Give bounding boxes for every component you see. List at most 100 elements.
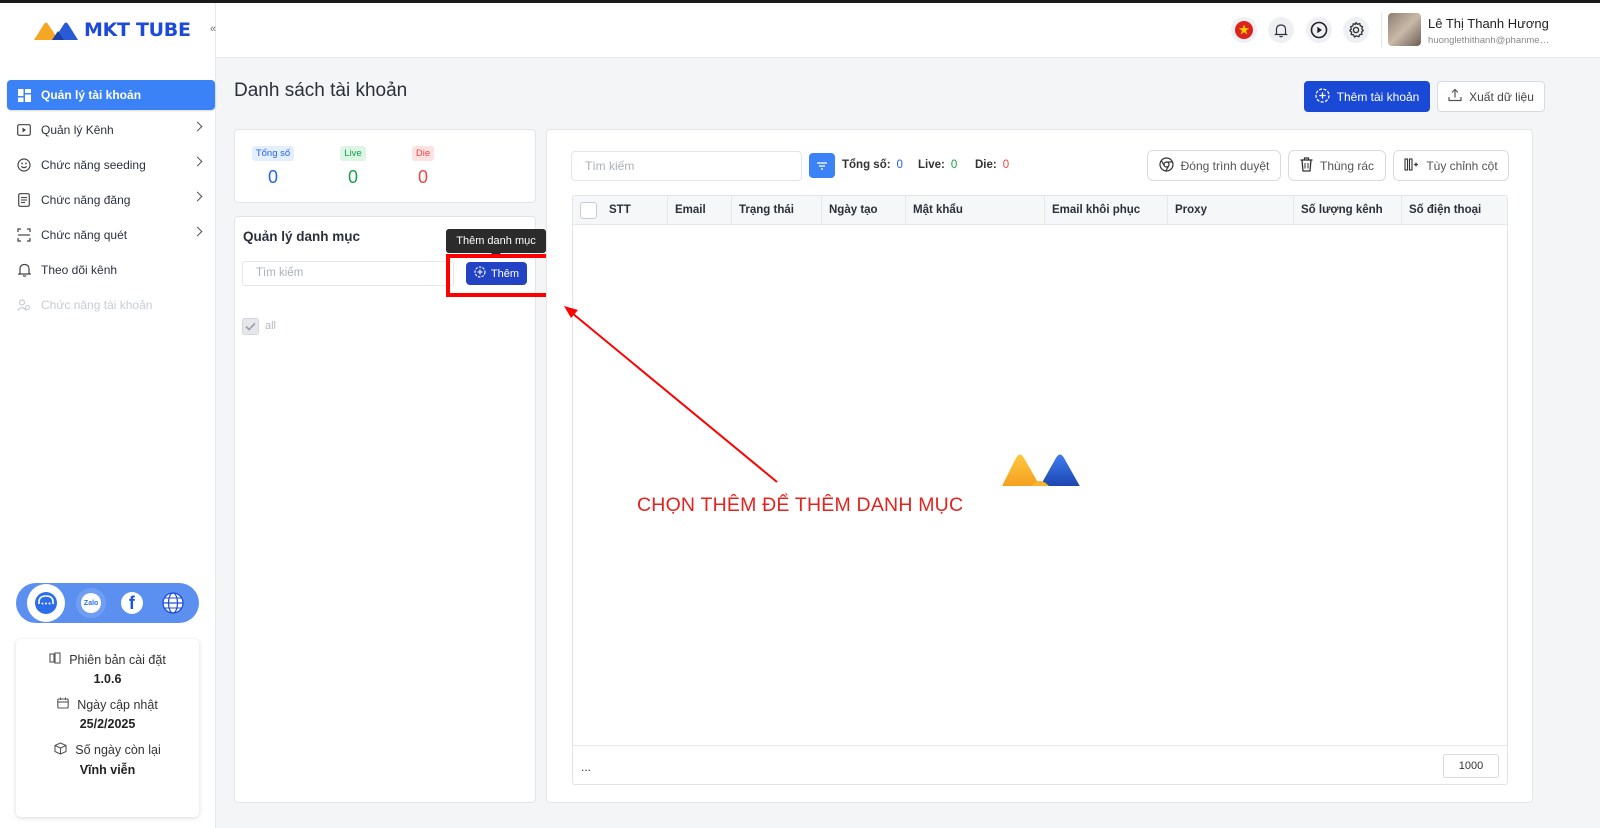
add-account-button[interactable]: Thêm tài khoản (1304, 81, 1430, 112)
version-info: Phiên bản cài đặt 1.0.6 (16, 652, 199, 686)
total-value: 0 (267, 167, 278, 187)
scan-icon (17, 228, 31, 242)
column-header[interactable]: Proxy (1167, 196, 1293, 225)
sidebar-item-label: Theo dõi kênh (41, 263, 118, 277)
sidebar-item-scan[interactable]: Chức năng quét (7, 220, 215, 250)
logo-mark-icon (34, 22, 78, 40)
sidebar-item-posting[interactable]: Chức năng đăng (7, 185, 215, 215)
total-badge: Tổng số (251, 146, 295, 161)
bell-icon (17, 263, 31, 277)
days-left-info: Số ngày còn lại Vĩnh viễn (16, 742, 199, 777)
facebook-icon[interactable]: f (117, 588, 147, 618)
filter-button[interactable] (809, 153, 835, 178)
die-value: 0 (417, 167, 428, 187)
add-category-tooltip: Thêm danh mục (446, 229, 546, 258)
stats-card: Tổng số 0 Live 0 Die 0 (234, 129, 536, 203)
close-browser-label: Đóng trình duyệt (1180, 158, 1270, 173)
app-logo[interactable]: MKT TUBE (32, 15, 191, 45)
sidebar-item-label: Chức năng đăng (41, 193, 131, 207)
columns-icon (1404, 157, 1419, 174)
annotation-text: CHỌN THÊM ĐỂ THÊM DANH MỤC (637, 494, 964, 516)
support-chat-icon[interactable] (27, 584, 66, 622)
sidebar-item-label: Chức năng tài khoản (41, 298, 153, 312)
account-search-input[interactable]: Tìm kiếm (571, 151, 802, 181)
customize-columns-button[interactable]: Tùy chỉnh cột (1393, 150, 1509, 181)
trash-label: Thùng rác (1319, 158, 1375, 173)
settings-gear-icon[interactable] (1343, 17, 1369, 43)
upload-icon (1448, 88, 1462, 105)
globe-icon[interactable] (158, 588, 188, 618)
sidebar-item-seeding[interactable]: Chức năng seeding (7, 150, 215, 180)
play-square-icon (17, 123, 31, 137)
export-data-label: Xuất dữ liệu (1469, 89, 1534, 104)
update-label: Ngày cập nhật (77, 697, 158, 712)
export-data-button[interactable]: Xuất dữ liệu (1437, 81, 1545, 112)
header-divider (1381, 13, 1382, 47)
table-die-count: Die: 0 (975, 159, 1010, 171)
chevron-right-icon (192, 226, 203, 237)
zalo-icon[interactable]: Zalo (76, 588, 107, 618)
user-avatar[interactable] (1388, 13, 1421, 46)
sidebar-nav: Quản lý tài khoản Quản lý Kênh Chức năng… (7, 80, 215, 325)
update-info: Ngày cập nhật 25/2/2025 (16, 697, 199, 731)
user-email: huonglethithanh@phanmemmkt.vn (1428, 35, 1553, 46)
update-value: 25/2/2025 (79, 717, 136, 731)
sidebar-item-label: Chức năng quét (41, 228, 128, 242)
select-all-checkbox[interactable] (580, 202, 597, 219)
table-total-count: Tổng số: 0 (842, 159, 903, 171)
plus-circle-icon (1314, 87, 1330, 106)
category-all-label: all (265, 320, 277, 332)
column-header[interactable]: Ngày tạo (821, 196, 905, 225)
sidebar-item-channel-management[interactable]: Quản lý Kênh (7, 115, 215, 145)
category-search-input[interactable]: Tìm kiếm (242, 261, 454, 286)
sidebar-item-follow-channel[interactable]: Theo dõi kênh (7, 255, 215, 285)
table-header: STT Email Trạng thái Ngày tạo Mật khẩu E… (573, 196, 1507, 225)
sidebar-item-label: Quản lý tài khoản (41, 88, 142, 102)
version-icon (49, 652, 61, 667)
filter-icon (817, 161, 827, 170)
grid-icon (17, 88, 31, 102)
category-title: Quản lý danh mục (243, 229, 361, 244)
live-badge: Live (340, 146, 366, 161)
table-live-count: Live: 0 (918, 159, 958, 171)
sidebar-item-account-functions: Chức năng tài khoản (7, 290, 215, 320)
top-header: Lê Thị Thanh Hương huonglethithanh@phanm… (216, 3, 1600, 58)
sidebar-item-account-management[interactable]: Quản lý tài khoản (7, 80, 215, 110)
users-icon (17, 298, 31, 312)
column-header[interactable]: Mật khẩu (905, 196, 1044, 225)
days-left-label: Số ngày còn lại (75, 743, 161, 757)
column-header[interactable]: Số điện thoại (1401, 196, 1507, 225)
chrome-icon (1159, 156, 1174, 175)
logo-text: MKT TUBE (84, 19, 191, 41)
column-header[interactable]: Số lượng kênh (1293, 196, 1401, 225)
sidebar-item-label: Quản lý Kênh (41, 123, 114, 137)
vietnam-flag-icon[interactable] (1231, 17, 1257, 43)
page-size-select[interactable]: 1000 (1443, 754, 1499, 778)
sidebar: MKT TUBE « Quản lý tài khoản Quản lý Kên… (0, 3, 216, 828)
column-header[interactable]: Trạng thái (731, 196, 821, 225)
category-card: Quản lý danh mục (234, 216, 536, 803)
close-browser-button[interactable]: Đóng trình duyệt (1147, 150, 1281, 181)
page-title: Danh sách tài khoản (234, 80, 408, 101)
stat-live: Live 0 (328, 143, 378, 188)
customize-columns-label: Tùy chỉnh cột (1426, 158, 1498, 173)
column-header[interactable]: Email (667, 196, 731, 225)
user-name[interactable]: Lê Thị Thanh Hương (1428, 16, 1549, 31)
chevron-right-icon (192, 191, 203, 202)
chevron-right-icon (192, 156, 203, 167)
support-links: Zalo f (16, 583, 199, 623)
app-info-box: Phiên bản cài đặt 1.0.6 Ngày cập nhật 25… (16, 639, 199, 817)
box-icon (54, 742, 67, 758)
version-label: Phiên bản cài đặt (69, 652, 166, 667)
notification-bell-icon[interactable] (1268, 17, 1294, 43)
play-circle-icon[interactable] (1306, 17, 1332, 43)
trash-button[interactable]: Thùng rác (1288, 150, 1386, 181)
days-left-value: Vĩnh viễn (79, 763, 136, 777)
pagination-ellipsis: ... (581, 760, 592, 774)
add-account-label: Thêm tài khoản (1336, 89, 1420, 104)
category-all-checkbox[interactable] (242, 318, 259, 335)
sidebar-item-label: Chức năng seeding (41, 158, 146, 172)
column-header[interactable]: Email khôi phục (1044, 196, 1167, 225)
loading-logo (998, 446, 1084, 486)
column-header[interactable]: STT (602, 196, 667, 225)
